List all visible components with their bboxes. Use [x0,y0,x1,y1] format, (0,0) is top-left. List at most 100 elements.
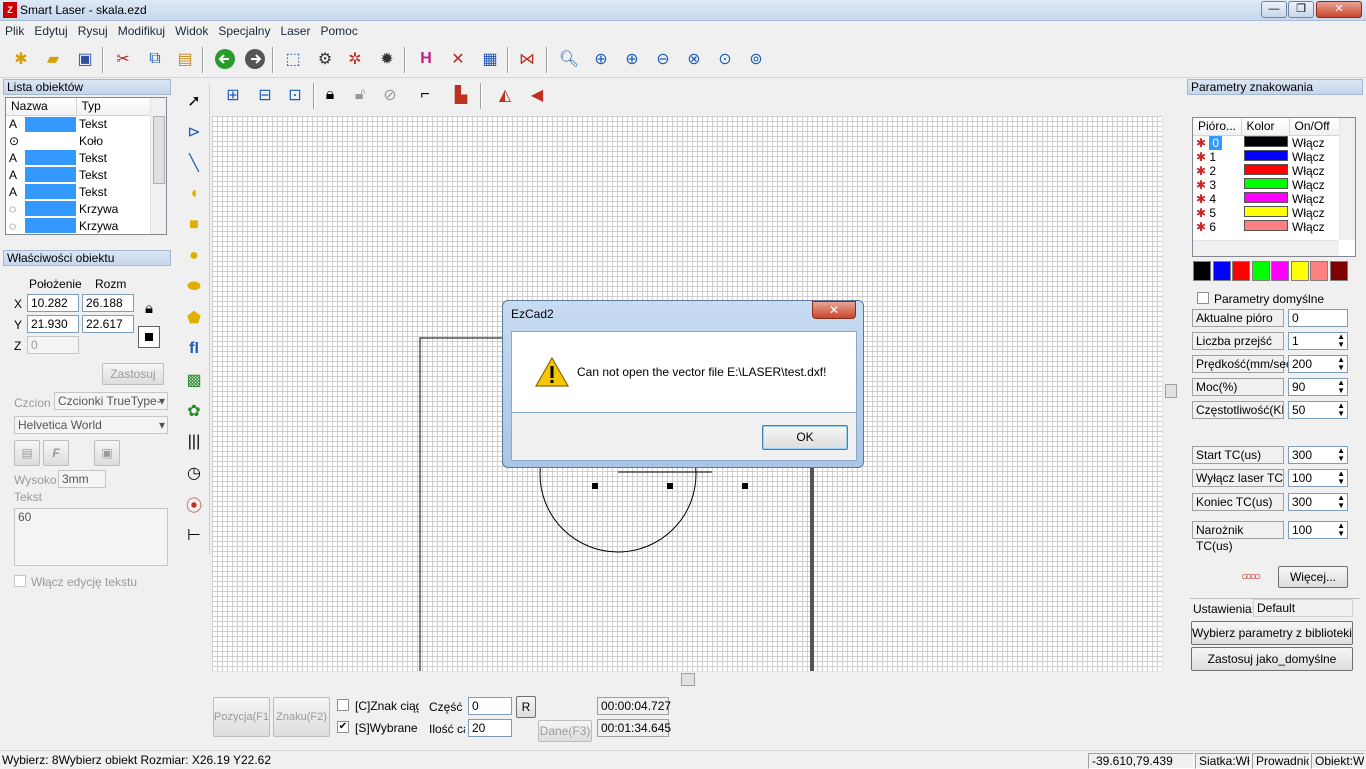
font-style-icon[interactable]: F [43,440,69,466]
redo-icon[interactable] [242,46,268,72]
zoom-icon[interactable]: 🔍︎ [556,46,582,72]
zoom-fit-icon[interactable]: ⊗ [681,46,707,72]
select-all-icon[interactable]: ⚙ [312,46,338,72]
y-position-field[interactable]: 21.930 [27,315,79,333]
mark-button[interactable]: Znaku(F2) [273,697,330,737]
status-object[interactable]: Obiekt:Wł [1311,753,1365,769]
reset-button[interactable]: R [516,696,536,718]
menu-laser[interactable]: Laser [275,21,315,38]
rotary-axis-icon[interactable]: ⋈ [514,46,540,72]
canvas-vscroll[interactable] [1162,116,1179,671]
column-onoff[interactable]: On/Off [1289,118,1341,136]
palette-swatch[interactable] [1310,261,1328,281]
speed-field[interactable]: 200 ▲ ▼ [1288,355,1348,373]
end-tc-field[interactable]: 300 ▲ ▼ [1288,493,1348,511]
pen-list-hscroll[interactable] [1193,240,1339,256]
power-field[interactable]: 90 ▲ ▼ [1288,378,1348,396]
group-icon[interactable]: ⊞ [220,82,246,108]
current-pen-field[interactable]: 0 [1288,309,1348,327]
status-grid[interactable]: Siatka:Włą [1195,753,1251,769]
table-row[interactable]: A Tekst [6,149,151,166]
copy-icon[interactable]: ⧉ [142,46,168,72]
save-icon[interactable]: ▣ [72,46,98,72]
invert-select-icon[interactable]: ✲ [342,46,368,72]
menu-pomoc[interactable]: Pomoc [315,21,362,38]
menu-plik[interactable]: Plik [0,21,29,38]
default-params-checkbox[interactable] [1197,292,1209,304]
column-pen[interactable]: Pióro... [1193,118,1242,136]
image-tool-icon[interactable]: ▩ [181,367,207,393]
font-type-select[interactable]: Czcionki TrueType- ▾ [54,392,168,410]
edit-text-checkbox[interactable] [14,575,26,587]
select-arrow-icon[interactable]: ➚ [181,88,207,114]
ellipse-tool-icon[interactable]: ⬬ [181,274,207,300]
mirror-horizontal-icon[interactable]: ◭ [492,82,518,108]
y-size-field[interactable]: 22.617 [82,315,134,333]
table-row[interactable]: A Tekst [6,166,151,183]
object-list-scrollbar[interactable] [150,98,166,234]
minimize-button[interactable]: — [1261,1,1287,18]
column-type[interactable]: Typ [76,98,151,116]
maximize-button[interactable]: ❐ [1288,1,1314,18]
frequency-field[interactable]: 50 ▲ ▼ [1288,401,1348,419]
table-row[interactable]: A Tekst [6,115,151,132]
palette-swatch[interactable] [1329,261,1348,281]
new-file-icon[interactable]: ✱ [8,46,34,72]
undo-icon[interactable] [212,46,238,72]
more-button[interactable]: Więcej... [1278,566,1348,588]
pen-row[interactable]: ✱ 2 Włącz [1193,163,1341,178]
lock-icon[interactable]: 🔒︎ [317,82,343,108]
laser-off-tc-field[interactable]: 100 ▲ ▼ [1288,469,1348,487]
corner-tc-field[interactable]: 100 ▲ ▼ [1288,521,1348,539]
tools-icon[interactable]: ✕ [445,46,471,72]
palette-swatch[interactable] [1290,261,1309,281]
passes-field[interactable]: 1 ▲ ▼ [1288,332,1348,350]
save-font-icon[interactable]: ▣ [94,440,120,466]
pen-row[interactable]: ✱ 5 Włącz [1193,205,1341,220]
zoom-in-icon[interactable]: ⊕ [588,46,614,72]
selected-checkbox[interactable]: ✔ [337,721,349,733]
data-button[interactable]: Dane(F3) [538,720,592,742]
menu-specjalny[interactable]: Specjalny [213,21,275,38]
table-row[interactable]: A Tekst [6,183,151,200]
text-tool-icon[interactable]: fI [181,336,207,362]
menu-widok[interactable]: Widok [170,21,213,38]
input-port-icon[interactable]: ⦿ [181,491,207,517]
pen-row[interactable]: ✱ 3 Włącz [1193,177,1341,192]
dialog-close-icon[interactable]: ✕ [812,301,856,319]
start-tc-field[interactable]: 300 ▲ ▼ [1288,446,1348,464]
barcode-tool-icon[interactable]: ||| [181,429,207,455]
pen-row[interactable]: ✱ 1 Włącz [1193,149,1341,164]
unlock-icon[interactable]: 🔓︎ [347,82,373,108]
ungroup-icon[interactable]: ⊟ [252,82,278,108]
line-tool-icon[interactable]: ╲ [181,150,207,176]
x-position-field[interactable]: 10.282 [27,294,79,312]
library-button[interactable]: Wybierz parametry z biblioteki [1191,621,1353,645]
pen-row[interactable]: ✱ 4 Włącz [1193,191,1341,206]
combine-icon[interactable]: ⊡ [282,82,308,108]
unlock-all-icon[interactable]: ⊘ [377,82,403,108]
continuous-checkbox[interactable] [337,699,349,711]
anchor-grid-icon[interactable] [138,326,160,348]
align-icon[interactable]: ⌐ [412,82,438,108]
x-size-field[interactable]: 26.188 [82,294,134,312]
table-row[interactable]: ⊙ Koło [6,132,151,149]
pen-row[interactable]: ✱ 0 Włącz [1193,135,1341,150]
z-position-field[interactable]: 0 [27,336,79,354]
output-port-icon[interactable]: ⊢ [181,522,207,548]
ok-button[interactable]: OK [762,425,848,450]
font-name-select[interactable]: Helvetica World ▾ [14,416,168,434]
cut-icon[interactable]: ✂ [110,46,136,72]
open-folder-icon[interactable]: ▰ [40,46,66,72]
hatch-icon[interactable]: H [413,46,439,72]
zoom-plus-icon[interactable]: ⊕ [619,46,645,72]
font-param-icon[interactable]: ▤ [14,440,40,466]
canvas-hscroll[interactable] [212,671,1162,688]
menu-rysuj[interactable]: Rysuj [73,21,113,38]
zoom-select-icon[interactable]: ⊚ [743,46,769,72]
zoom-all-icon[interactable]: ⊙ [712,46,738,72]
color-fill-icon[interactable]: ▙ [448,82,474,108]
node-edit-icon[interactable]: ⬚ [280,46,306,72]
column-color[interactable]: Kolor [1241,118,1290,136]
polygon-tool-icon[interactable]: ⬟ [181,305,207,331]
